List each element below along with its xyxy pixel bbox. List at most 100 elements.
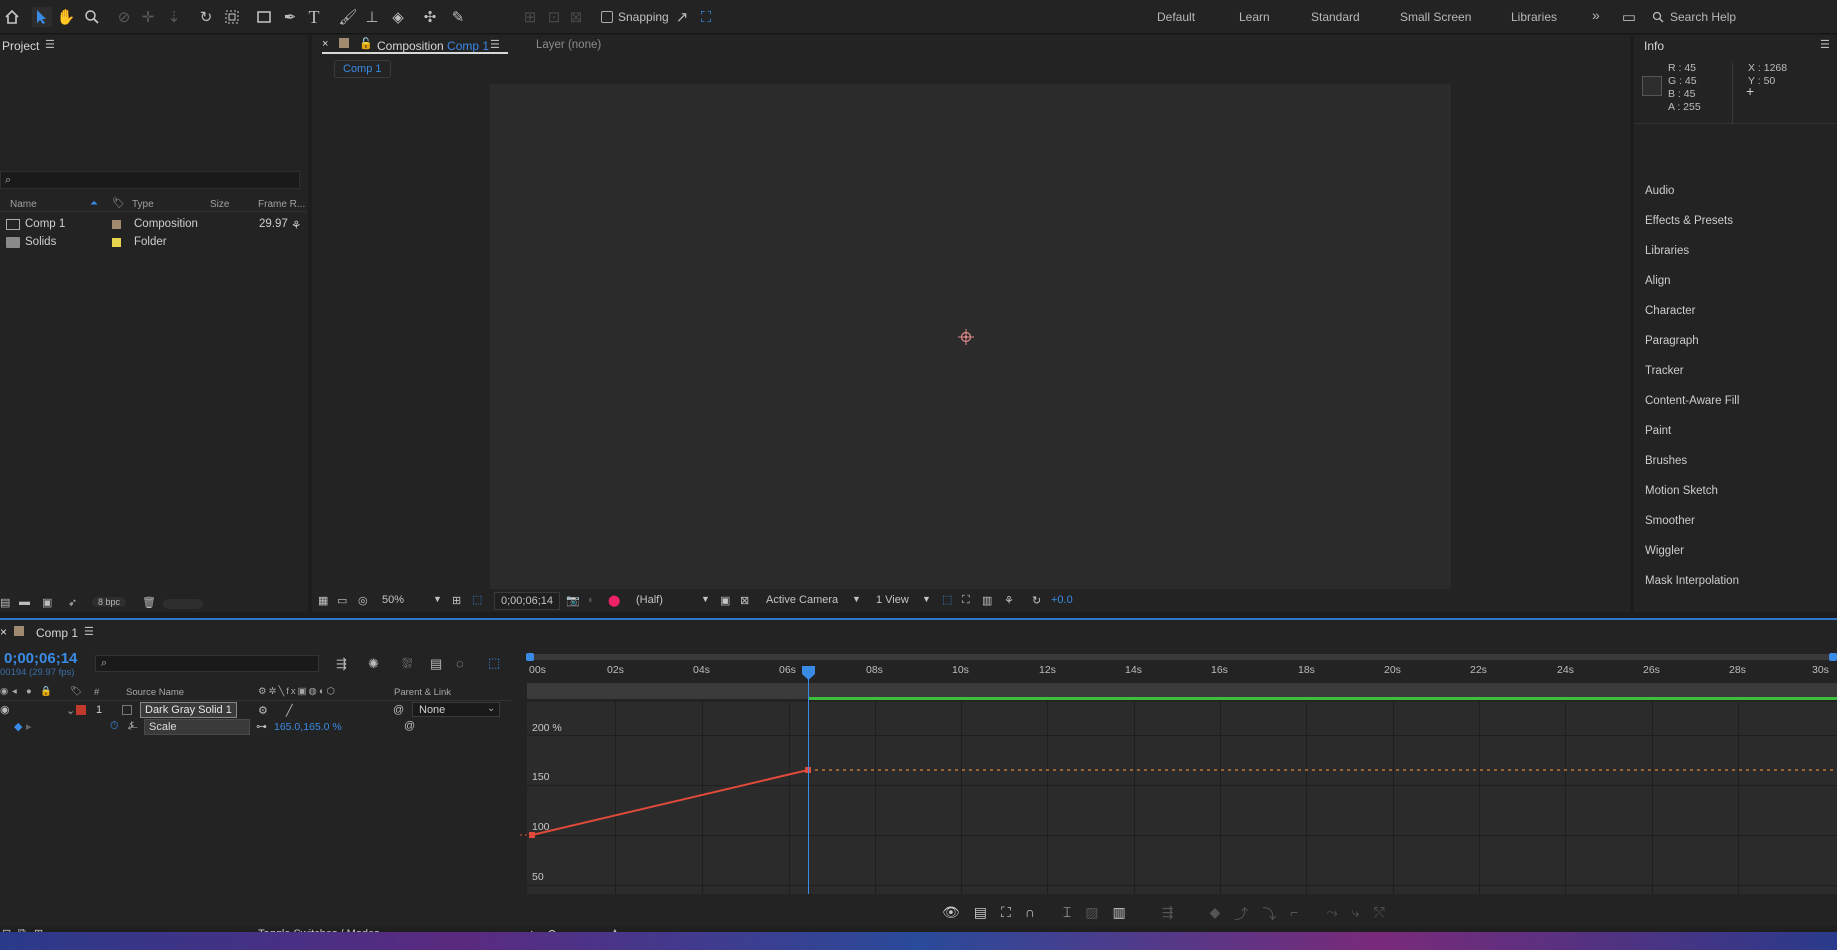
graph-type-icon[interactable]: ▤ bbox=[974, 904, 987, 924]
new-composition-icon[interactable]: ▣ bbox=[42, 596, 52, 609]
shy-layers-icon[interactable]: ⛆ bbox=[402, 656, 412, 672]
separate-dimensions-icon[interactable]: ▥ bbox=[1113, 904, 1126, 924]
panel-paragraph[interactable]: Paragraph bbox=[1645, 335, 1699, 347]
render-queue-icon[interactable]: ➶ bbox=[68, 596, 77, 609]
timeline-search-input[interactable]: ⌕ bbox=[95, 655, 319, 672]
bit-depth-button[interactable]: 8 bpc bbox=[92, 597, 127, 607]
eraser-tool-icon[interactable]: ◈ bbox=[388, 7, 408, 27]
draft-3d-icon[interactable]: ✺ bbox=[368, 656, 379, 672]
timeline-tab[interactable]: Comp 1 bbox=[36, 626, 78, 640]
new-folder-icon[interactable]: ▬ bbox=[19, 596, 30, 608]
playhead-handle[interactable] bbox=[802, 666, 815, 680]
pan-behind-tool-icon[interactable] bbox=[222, 7, 242, 27]
workspace-small-screen[interactable]: Small Screen bbox=[1400, 10, 1471, 24]
panel-effects-presets[interactable]: Effects & Presets bbox=[1645, 215, 1733, 227]
composition-viewer[interactable] bbox=[490, 84, 1451, 589]
snap-options-icon[interactable]: ↗ bbox=[672, 7, 692, 27]
panel-content-aware-fill[interactable]: Content-Aware Fill bbox=[1645, 395, 1739, 407]
channel-icon[interactable]: ⬤ bbox=[608, 594, 620, 607]
transparency-grid-icon[interactable]: ⊠ bbox=[740, 594, 749, 607]
column-frame-rate[interactable]: Frame R... bbox=[258, 199, 305, 210]
composition-mini-flowchart-icon[interactable]: ⇶ bbox=[336, 656, 347, 672]
mask-visibility-icon[interactable]: ⬚ bbox=[472, 593, 482, 606]
quality-switch-icon[interactable]: ╱ bbox=[286, 704, 293, 717]
panel-character[interactable]: Character bbox=[1645, 305, 1696, 317]
column-parent-link[interactable]: Parent & Link bbox=[394, 687, 451, 698]
always-preview-icon[interactable]: ▦ bbox=[318, 594, 328, 607]
reset-exposure-icon[interactable]: ↻ bbox=[1032, 594, 1041, 607]
panel-paint[interactable]: Paint bbox=[1645, 425, 1671, 437]
project-search-input[interactable]: ⌕ bbox=[0, 171, 300, 189]
safe-zones-icon[interactable]: ⊞ bbox=[452, 594, 461, 607]
search-help-field[interactable]: Search Help bbox=[1652, 7, 1832, 27]
type-tool-icon[interactable]: T bbox=[304, 7, 324, 27]
column-source-name[interactable]: Source Name bbox=[126, 687, 184, 698]
constrain-proportions-icon[interactable]: ⊶ bbox=[256, 720, 267, 733]
next-keyframe-icon[interactable]: ▸ bbox=[26, 720, 32, 733]
puppet-tool-icon[interactable]: ✎ bbox=[448, 7, 468, 27]
snapshot-icon[interactable]: 📷 bbox=[566, 594, 580, 607]
label-swatch[interactable] bbox=[112, 220, 121, 229]
panel-motion-sketch[interactable]: Motion Sketch bbox=[1645, 485, 1718, 497]
column-type[interactable]: Type bbox=[132, 199, 154, 210]
panel-mask-interpolation[interactable]: Mask Interpolation bbox=[1645, 575, 1739, 587]
snap-bounds-icon[interactable]: ⛶ bbox=[696, 7, 716, 27]
zoom-tool-icon[interactable] bbox=[82, 7, 102, 27]
parent-dropdown[interactable]: None ⌄ bbox=[412, 702, 500, 717]
eye-icon[interactable]: 👁 bbox=[942, 904, 960, 924]
panel-tracker[interactable]: Tracker bbox=[1645, 365, 1684, 377]
region-of-interest-icon[interactable]: ▣ bbox=[720, 594, 730, 607]
interpret-footage-icon[interactable]: ▤ bbox=[0, 596, 10, 609]
panel-smoother[interactable]: Smoother bbox=[1645, 515, 1695, 527]
thumbnail-slider[interactable] bbox=[163, 599, 203, 609]
panel-wiggler[interactable]: Wiggler bbox=[1645, 545, 1684, 557]
workspace-menu-icon[interactable]: ▭ bbox=[1619, 7, 1639, 27]
workspace-learn[interactable]: Learn bbox=[1239, 10, 1270, 24]
audio-switch-icon[interactable]: ◂ bbox=[12, 686, 17, 697]
rectangle-tool-icon[interactable] bbox=[254, 7, 274, 27]
panel-align[interactable]: Align bbox=[1645, 275, 1671, 287]
project-item-comp[interactable]: Comp 1 Composition 29.97 ⚘ bbox=[0, 216, 306, 234]
column-size[interactable]: Size bbox=[210, 199, 229, 210]
snap-icon[interactable]: ∩ bbox=[1025, 904, 1035, 924]
panel-menu-icon[interactable]: ☰ bbox=[490, 38, 500, 51]
snapping-checkbox[interactable] bbox=[601, 11, 613, 23]
view-options-icon[interactable]: ▭ bbox=[337, 594, 347, 607]
roto-brush-tool-icon[interactable]: ✣ bbox=[420, 7, 440, 27]
current-time-field[interactable]: 0;00;06;14 bbox=[494, 592, 560, 610]
layer-row[interactable]: ◉ ⌄ 1 Dark Gray Solid 1 ⚙ ╱ @ None ⌄ bbox=[0, 702, 512, 718]
fit-selection-icon[interactable]: ⌶ bbox=[1063, 904, 1071, 924]
panel-libraries[interactable]: Libraries bbox=[1645, 245, 1689, 257]
workspace-libraries[interactable]: Libraries bbox=[1511, 10, 1557, 24]
layer-name[interactable]: Dark Gray Solid 1 bbox=[140, 702, 237, 718]
views-dropdown[interactable]: 1 View bbox=[876, 594, 909, 606]
panel-menu-icon[interactable]: ☰ bbox=[1820, 38, 1830, 51]
frame-blending-icon[interactable]: ▤ bbox=[430, 656, 442, 672]
anchor-point-icon[interactable] bbox=[957, 328, 975, 346]
transform-box-icon[interactable]: ⛶ bbox=[1001, 904, 1011, 924]
motion-blur-icon[interactable]: ◌ bbox=[456, 656, 464, 671]
camera-dropdown[interactable]: Active Camera bbox=[766, 594, 838, 606]
comp-breadcrumb[interactable]: Comp 1 bbox=[334, 60, 391, 78]
close-tab-icon[interactable]: × bbox=[322, 38, 328, 50]
pick-whip-icon[interactable]: @ bbox=[404, 720, 415, 732]
layer-label-swatch[interactable] bbox=[76, 705, 86, 715]
keyframe-diamond-icon[interactable]: ◆ bbox=[14, 720, 22, 733]
property-row-scale[interactable]: ◆ ▸ ⏱ ⍼ Scale ⊶ 165.0,165.0 % @ bbox=[0, 719, 512, 735]
graph-editor-icon[interactable]: ⬚ bbox=[488, 655, 500, 671]
lock-switch-icon[interactable]: 🔒 bbox=[40, 686, 52, 697]
label-column-icon[interactable]: 🏷 bbox=[112, 198, 125, 209]
rotate-tool-icon[interactable]: ↻ bbox=[196, 7, 216, 27]
resolution-dropdown[interactable]: (Half) bbox=[636, 594, 663, 606]
panel-audio[interactable]: Audio bbox=[1645, 185, 1674, 197]
pick-whip-icon[interactable]: @ bbox=[393, 704, 404, 716]
panel-menu-icon[interactable]: ☰ bbox=[84, 625, 94, 638]
project-item-solids[interactable]: Solids Folder bbox=[0, 234, 306, 252]
clone-stamp-tool-icon[interactable]: ⊥ bbox=[362, 7, 382, 27]
label-swatch[interactable] bbox=[112, 238, 121, 247]
magnification-dropdown[interactable]: 50% bbox=[382, 594, 404, 606]
pen-tool-icon[interactable]: ✒ bbox=[280, 7, 300, 27]
property-name[interactable]: Scale bbox=[144, 719, 250, 735]
show-snapshot-icon[interactable]: ◐ bbox=[588, 594, 595, 606]
flowchart-icon[interactable]: ⚘ bbox=[291, 218, 301, 232]
